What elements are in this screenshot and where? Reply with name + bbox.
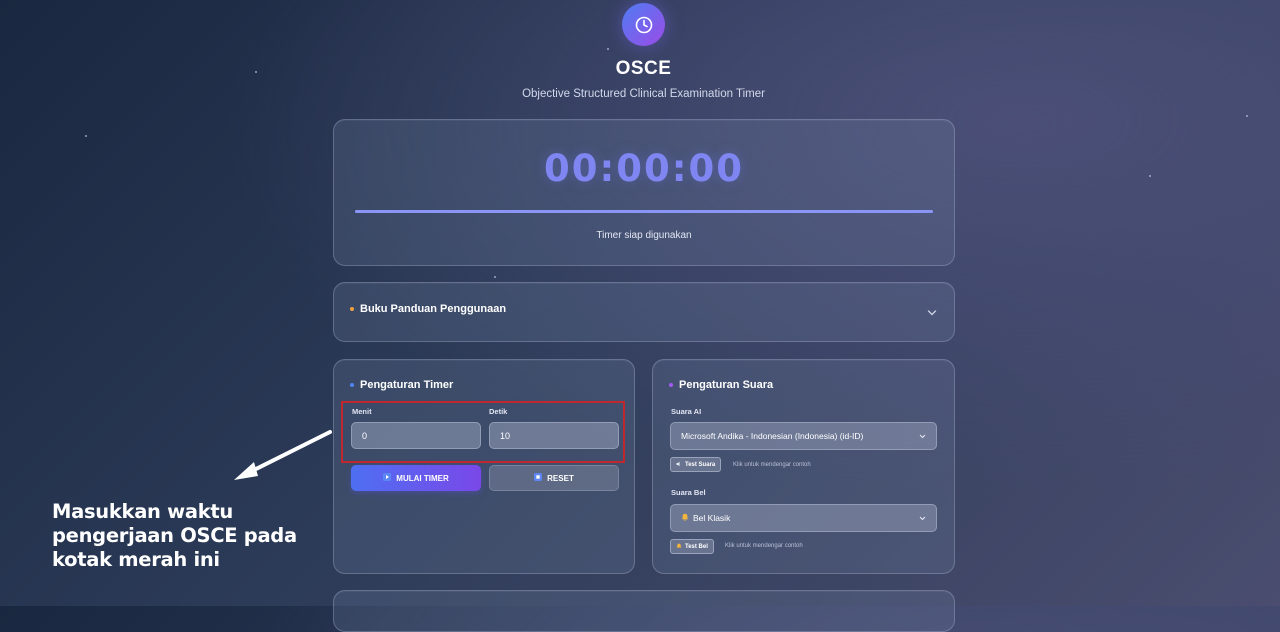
- timer-card: 00:00:00 Timer siap digunakan: [333, 119, 955, 266]
- timer-status: Timer siap digunakan: [596, 230, 692, 241]
- star-decoration: [1149, 175, 1151, 177]
- bullet-icon: [350, 307, 354, 311]
- ai-voice-label: Suara AI: [671, 407, 702, 416]
- progress-fill: [355, 210, 933, 213]
- timer-settings-card: Pengaturan Timer Menit 0 Detik 10 MULAI …: [333, 359, 635, 574]
- test-voice-hint: Klik untuk mendengar contoh: [733, 462, 811, 468]
- test-bell-label: Test Bel: [685, 543, 708, 550]
- annotation-line: pengerjaan OSCE pada: [52, 524, 297, 547]
- annotation-text: Masukkan waktu pengerjaan OSCE pada kota…: [52, 500, 332, 572]
- star-decoration: [1246, 115, 1248, 117]
- bell-select-content: Bel Klasik: [681, 513, 730, 523]
- test-bell-hint: Klik untuk mendengar contoh: [725, 543, 803, 549]
- highlight-box: [341, 401, 625, 463]
- bell-value: Bel Klasik: [693, 513, 731, 523]
- timer-settings-title: Pengaturan Timer: [360, 379, 454, 391]
- guide-accordion[interactable]: Buku Panduan Penggunaan: [333, 282, 955, 342]
- annotation-line: kotak merah ini: [52, 548, 220, 571]
- clock-icon: [622, 3, 665, 46]
- start-timer-button[interactable]: MULAI TIMER: [351, 465, 481, 491]
- ai-voice-value: Microsoft Andika - Indonesian (Indonesia…: [681, 431, 864, 441]
- app-subtitle: Objective Structured Clinical Examinatio…: [522, 88, 765, 100]
- star-decoration: [85, 135, 87, 137]
- reset-button[interactable]: RESET: [489, 465, 619, 491]
- bell-label: Suara Bel: [671, 488, 706, 497]
- star-decoration: [494, 276, 496, 278]
- arrow-icon: [230, 426, 336, 487]
- chevron-down-icon[interactable]: [927, 304, 937, 322]
- bullet-icon: [669, 383, 673, 387]
- app-title: OSCE: [615, 58, 672, 79]
- reset-label: RESET: [547, 473, 574, 483]
- stop-icon: [534, 473, 543, 483]
- bullet-icon: [350, 383, 354, 387]
- speaker-icon: [676, 461, 682, 469]
- play-icon: [383, 473, 392, 483]
- sound-settings-card: Pengaturan Suara Suara AI Microsoft Andi…: [652, 359, 955, 574]
- bottom-card: [333, 590, 955, 632]
- test-bell-button[interactable]: Test Bel: [670, 539, 714, 554]
- bell-select[interactable]: Bel Klasik: [670, 504, 937, 532]
- ai-voice-select[interactable]: Microsoft Andika - Indonesian (Indonesia…: [670, 422, 937, 450]
- guide-title: Buku Panduan Penggunaan: [360, 303, 507, 315]
- sound-settings-title: Pengaturan Suara: [679, 379, 774, 391]
- progress-bar: [355, 210, 933, 213]
- bell-icon: [681, 513, 689, 523]
- star-decoration: [607, 48, 609, 50]
- test-voice-button[interactable]: Test Suara: [670, 457, 722, 472]
- start-timer-label: MULAI TIMER: [396, 473, 449, 483]
- sound-settings-header: Pengaturan Suara: [669, 379, 773, 391]
- timer-display: 00:00:00: [543, 147, 745, 190]
- test-voice-label: Test Suara: [685, 461, 716, 468]
- guide-header: Buku Panduan Penggunaan: [350, 303, 506, 315]
- chevron-down-icon: [919, 431, 926, 441]
- chevron-down-icon: [919, 513, 926, 523]
- bell-icon: [676, 543, 682, 551]
- annotation-line: Masukkan waktu: [52, 500, 233, 523]
- timer-settings-header: Pengaturan Timer: [350, 379, 453, 391]
